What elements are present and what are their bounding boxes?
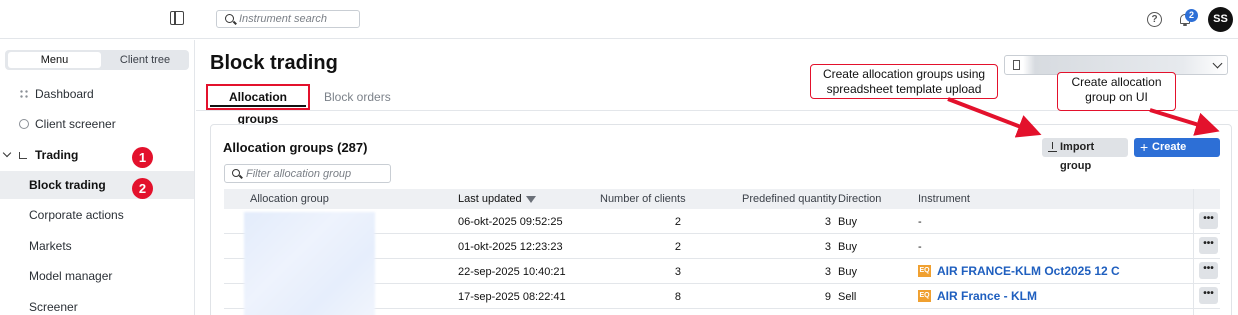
sidebar-item-trading[interactable]: Trading	[0, 141, 194, 169]
row-more-button[interactable]: •••	[1199, 212, 1218, 229]
column-header-number-of-clients[interactable]: Number of clients	[600, 193, 686, 205]
trading-icon	[19, 152, 27, 159]
cell-instrument: -	[918, 216, 922, 228]
notifications-bell-icon[interactable]: 2	[1178, 9, 1198, 27]
cell-quantity: 3	[824, 241, 831, 253]
sidebar-item-client-screener[interactable]: Client screener	[0, 110, 194, 138]
search-icon	[225, 14, 234, 23]
sidebar-item-corporate-actions[interactable]: Corporate actions	[0, 201, 194, 229]
instrument-search[interactable]	[216, 10, 360, 28]
help-icon[interactable]: ?	[1147, 12, 1162, 27]
sidebar-item-label: Markets	[29, 239, 72, 253]
filter-allocation-group[interactable]	[224, 164, 391, 183]
sidebar-item-label: Client screener	[35, 117, 116, 131]
cell-direction: Buy	[838, 241, 857, 253]
cell-clients: 2	[674, 216, 681, 228]
exchange-flag-icon: EQ	[918, 290, 931, 302]
menu-segmented-control: Menu Client tree	[5, 50, 189, 70]
sidebar-item-dashboard[interactable]: Dashboard	[0, 80, 194, 108]
instrument-link[interactable]: AIR France - KLM	[937, 289, 1037, 303]
row-more-button[interactable]: •••	[1199, 237, 1218, 254]
sidebar-toggle-icon[interactable]	[170, 11, 184, 25]
sidebar-item-block-trading[interactable]: Block trading	[0, 171, 194, 199]
chevron-down-icon	[2, 148, 12, 158]
sidebar-item-markets[interactable]: Markets	[0, 232, 194, 260]
building-icon	[1013, 60, 1020, 70]
sidebar-item-label: Block trading	[29, 178, 106, 192]
segment-menu[interactable]: Menu	[8, 52, 101, 68]
instrument-link[interactable]: AIR FRANCE-KLM Oct2025 12 C	[937, 264, 1120, 278]
download-icon	[1048, 142, 1057, 152]
cell-quantity: 3	[824, 216, 831, 228]
column-header-predefined-quantity[interactable]: Predefined quantity	[742, 193, 837, 205]
column-header-label: Last updated	[458, 193, 522, 205]
filter-allocation-group-input[interactable]	[246, 167, 386, 181]
row-more-button[interactable]: •••	[1199, 287, 1218, 304]
sidebar-item-label: Model manager	[29, 269, 113, 283]
cell-instrument: -	[918, 241, 922, 253]
panel-title: Allocation groups (287)	[223, 140, 368, 155]
step-marker-2: 2	[132, 178, 153, 199]
cell-direction: Buy	[838, 266, 857, 278]
sidebar-item-label: Corporate actions	[29, 208, 124, 222]
create-group-button[interactable]: + Create group	[1134, 138, 1220, 172]
create-callout: Create allocation group on UI	[1057, 72, 1176, 111]
cell-direction: Sell	[838, 291, 857, 303]
create-group-label: Create group	[1152, 141, 1187, 172]
row-more-button[interactable]: •••	[1199, 262, 1218, 279]
import-callout: Create allocation groups using spreadshe…	[810, 64, 998, 99]
cell-last-updated: 01-okt-2025 12:23:23	[458, 241, 563, 253]
cell-quantity: 3	[824, 266, 831, 278]
sidebar-item-label: Screener	[29, 300, 78, 314]
cell-last-updated: 22-sep-2025 10:40:21	[458, 266, 566, 278]
cell-clients: 3	[674, 266, 681, 278]
import-group-label: Import group	[1060, 141, 1095, 172]
column-header-allocation-group[interactable]: Allocation group	[250, 193, 329, 205]
cell-direction: Buy	[838, 216, 857, 228]
sidebar-item-label: Dashboard	[35, 87, 94, 101]
person-icon	[19, 119, 29, 129]
cell-last-updated: 17-sep-2025 08:22:41	[458, 291, 566, 303]
segment-client-tree[interactable]: Client tree	[101, 52, 189, 68]
import-group-button[interactable]: Import group	[1042, 138, 1128, 172]
tab-block-orders[interactable]: Block orders	[324, 90, 391, 104]
tab-allocation-groups[interactable]: Allocation groups	[206, 84, 310, 126]
table-header: Allocation group Last updated Number of …	[224, 189, 1220, 209]
sidebar-item-label: Trading	[35, 148, 79, 162]
cell-last-updated: 06-okt-2025 09:52:25	[458, 216, 563, 228]
cell-clients: 8	[674, 291, 681, 303]
sidebar-item-model-manager[interactable]: Model manager	[0, 262, 194, 290]
top-bar: ? 2 SS	[0, 0, 1238, 39]
step-marker-1: 1	[132, 147, 153, 168]
search-icon	[232, 169, 240, 177]
sidebar-item-screener[interactable]: Screener	[0, 293, 194, 315]
page-title: Block trading	[210, 52, 338, 74]
instrument-search-input[interactable]	[239, 12, 357, 26]
column-header-instrument[interactable]: Instrument	[918, 193, 970, 205]
cell-clients: 2	[674, 241, 681, 253]
notification-count-badge: 2	[1185, 9, 1198, 22]
sort-descending-icon	[525, 196, 536, 203]
redacted-group-names	[244, 212, 375, 315]
column-header-direction[interactable]: Direction	[838, 193, 881, 205]
dashboard-icon	[19, 89, 29, 99]
exchange-flag-icon: EQ	[918, 265, 931, 277]
column-header-last-updated[interactable]: Last updated	[458, 193, 536, 205]
plus-icon: +	[1140, 139, 1149, 155]
user-avatar[interactable]: SS	[1208, 7, 1233, 32]
chevron-down-icon	[1212, 58, 1223, 69]
cell-quantity: 9	[824, 291, 831, 303]
